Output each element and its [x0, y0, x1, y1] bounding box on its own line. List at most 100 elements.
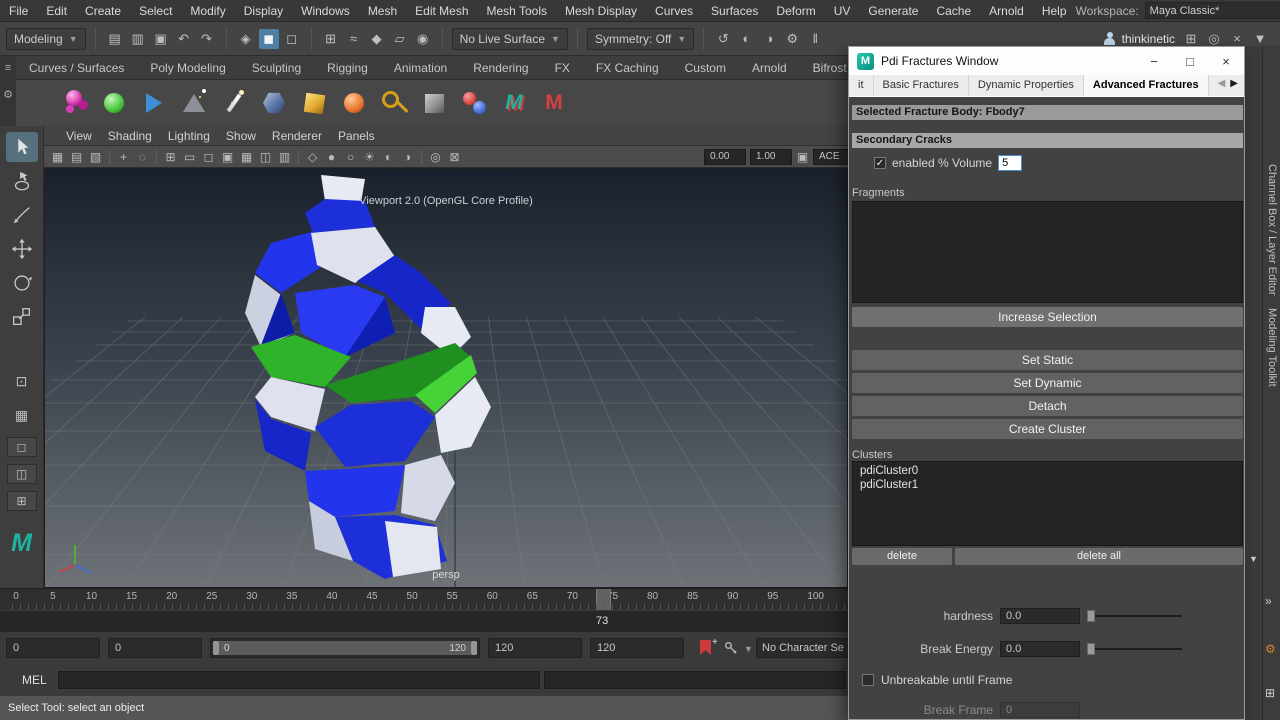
- new-scene-icon[interactable]: ▤: [105, 29, 125, 49]
- maya-m-teal-icon[interactable]: [496, 84, 532, 122]
- shelf-tab[interactable]: Arnold: [739, 57, 800, 79]
- select-hierarchy-icon[interactable]: ◈: [236, 29, 256, 49]
- lights-icon[interactable]: ☀: [361, 150, 378, 164]
- panel-menu-item[interactable]: View: [58, 126, 100, 146]
- undo-icon[interactable]: ↶: [174, 29, 194, 49]
- character-set-caret-icon[interactable]: ▼: [744, 644, 753, 654]
- menu-item[interactable]: Modify: [181, 0, 234, 22]
- shelf-tab[interactable]: Poly Modeling: [137, 57, 238, 79]
- dialog-tab[interactable]: Basic Fractures: [874, 75, 969, 96]
- last-tool-button[interactable]: ⊡: [6, 366, 38, 396]
- playback-range-track[interactable]: 0 120: [210, 638, 480, 658]
- image-plane-icon[interactable]: ▧: [87, 150, 104, 164]
- bookmarks-icon[interactable]: ▤: [68, 150, 85, 164]
- smooth-shade-icon[interactable]: ●: [323, 150, 340, 164]
- menu-item[interactable]: Deform: [767, 0, 824, 22]
- dialog-tab[interactable]: it: [849, 75, 874, 96]
- ipr-render-icon[interactable]: ◑: [759, 29, 779, 49]
- menu-item[interactable]: Display: [235, 0, 292, 22]
- ao-icon[interactable]: ◑: [399, 150, 416, 164]
- menu-item[interactable]: UV: [825, 0, 860, 22]
- snap-point-icon[interactable]: ◆: [367, 29, 387, 49]
- safe-title-icon[interactable]: ▥: [276, 150, 293, 164]
- live-surface-selector[interactable]: No Live Surface ▼: [452, 28, 568, 50]
- color-management-icon[interactable]: ▣: [794, 150, 811, 164]
- gray-cube-icon[interactable]: [416, 84, 452, 122]
- character-set-selector[interactable]: No Character Se: [756, 638, 852, 658]
- menu-item[interactable]: Edit: [37, 0, 76, 22]
- resolution-gate-icon[interactable]: ◻: [200, 150, 217, 164]
- gate-mask-icon[interactable]: ▣: [219, 150, 236, 164]
- maya-m-red-icon[interactable]: [536, 84, 572, 122]
- shelf-tab[interactable]: FX: [542, 57, 583, 79]
- menu-set-selector[interactable]: Modeling ▼: [6, 28, 86, 50]
- menu-item[interactable]: Mesh Tools: [478, 0, 556, 22]
- tab-modeling-toolkit[interactable]: Modeling Toolkit: [1266, 308, 1278, 387]
- scale-tool-button[interactable]: [6, 302, 38, 332]
- paint-selection-tool-button[interactable]: [6, 200, 38, 230]
- workspace-selector[interactable]: Maya Classic* ≡: [1145, 2, 1280, 19]
- select-tool-button[interactable]: [6, 132, 38, 162]
- menu-item[interactable]: Create: [76, 0, 130, 22]
- textured-icon[interactable]: ○: [342, 150, 359, 164]
- molecule-icon[interactable]: [456, 84, 492, 122]
- lasso-tool-button[interactable]: [6, 166, 38, 196]
- layout-single-pane-button[interactable]: ◻: [7, 437, 37, 457]
- shelf-gear-icon[interactable]: ⚙: [0, 88, 16, 101]
- xray-icon[interactable]: ⊠: [446, 150, 463, 164]
- layout-two-pane-button[interactable]: ◫: [7, 464, 37, 484]
- tab-scroll-left-icon[interactable]: ◀: [1218, 78, 1226, 89]
- add-bookmark-icon[interactable]: +: [712, 637, 718, 648]
- menu-item[interactable]: Edit Mesh: [406, 0, 477, 22]
- pan-zoom-icon[interactable]: +: [115, 150, 132, 164]
- fragments-list[interactable]: [852, 201, 1243, 303]
- menu-item[interactable]: Arnold: [980, 0, 1033, 22]
- pdi-wand-icon[interactable]: [216, 84, 252, 122]
- cluster-list-item[interactable]: pdiCluster1: [853, 478, 1242, 492]
- break-energy-slider-handle[interactable]: [1087, 643, 1095, 655]
- panel-menu-item[interactable]: Lighting: [160, 126, 218, 146]
- move-tool-button[interactable]: [6, 234, 38, 264]
- make-live-icon[interactable]: ◉: [413, 29, 433, 49]
- viewport-3d-view[interactable]: Viewport 2.0 (OpenGL Core Profile) persp: [44, 168, 848, 588]
- poly-cube-icon[interactable]: [296, 84, 332, 122]
- panel-menu-item[interactable]: Show: [218, 126, 264, 146]
- set-static-button[interactable]: Set Static: [852, 350, 1243, 370]
- menu-item[interactable]: Generate: [859, 0, 927, 22]
- grid-toggle-icon[interactable]: ⊞: [162, 150, 179, 164]
- bookmark-icon[interactable]: [700, 640, 711, 655]
- pdi-play-icon[interactable]: [136, 84, 172, 122]
- render-settings-icon[interactable]: ⚙: [782, 29, 802, 49]
- orange-sphere-icon[interactable]: [336, 84, 372, 122]
- shadows-icon[interactable]: ◐: [380, 150, 397, 164]
- clusters-list[interactable]: pdiCluster0pdiCluster1: [852, 461, 1243, 546]
- safe-action-icon[interactable]: ◫: [257, 150, 274, 164]
- hardness-field[interactable]: 0.0: [1000, 608, 1080, 624]
- pause-icon[interactable]: ‖: [805, 29, 825, 49]
- enabled-checkbox[interactable]: ✓: [874, 157, 886, 169]
- maximize-button[interactable]: □: [1172, 47, 1208, 75]
- shelf-tab[interactable]: FX Caching: [583, 57, 672, 79]
- current-frame-marker[interactable]: [596, 589, 611, 611]
- panel-menu-item[interactable]: Panels: [330, 126, 383, 146]
- animation-start-field[interactable]: [6, 638, 100, 658]
- hardness-slider[interactable]: [1087, 609, 1182, 623]
- mel-result-field[interactable]: [544, 671, 846, 689]
- redo-icon[interactable]: ↷: [197, 29, 217, 49]
- pdi-greenball-icon[interactable]: [96, 84, 132, 122]
- unbreakable-checkbox[interactable]: [862, 674, 874, 686]
- delete-button[interactable]: delete: [852, 548, 952, 565]
- oversample-icon[interactable]: ◌: [134, 150, 151, 164]
- pdi-cone-icon[interactable]: [176, 84, 212, 122]
- view-transform-select[interactable]: ACE: [813, 149, 849, 165]
- grid-panel-icon[interactable]: ⊞: [1265, 686, 1275, 700]
- increase-selection-button[interactable]: Increase Selection: [852, 307, 1243, 327]
- delete-all-button[interactable]: delete all: [955, 548, 1243, 565]
- menu-item[interactable]: Help: [1033, 0, 1076, 22]
- shelf-menu-icon[interactable]: ≡: [0, 62, 16, 74]
- scroll-down-icon[interactable]: ▼: [1249, 554, 1258, 564]
- select-component-icon[interactable]: ◻: [282, 29, 302, 49]
- playback-start-field[interactable]: [108, 638, 202, 658]
- tab-channel-box[interactable]: Channel Box / Layer Editor: [1266, 164, 1278, 295]
- dialog-tab[interactable]: Advanced Fractures: [1084, 75, 1209, 96]
